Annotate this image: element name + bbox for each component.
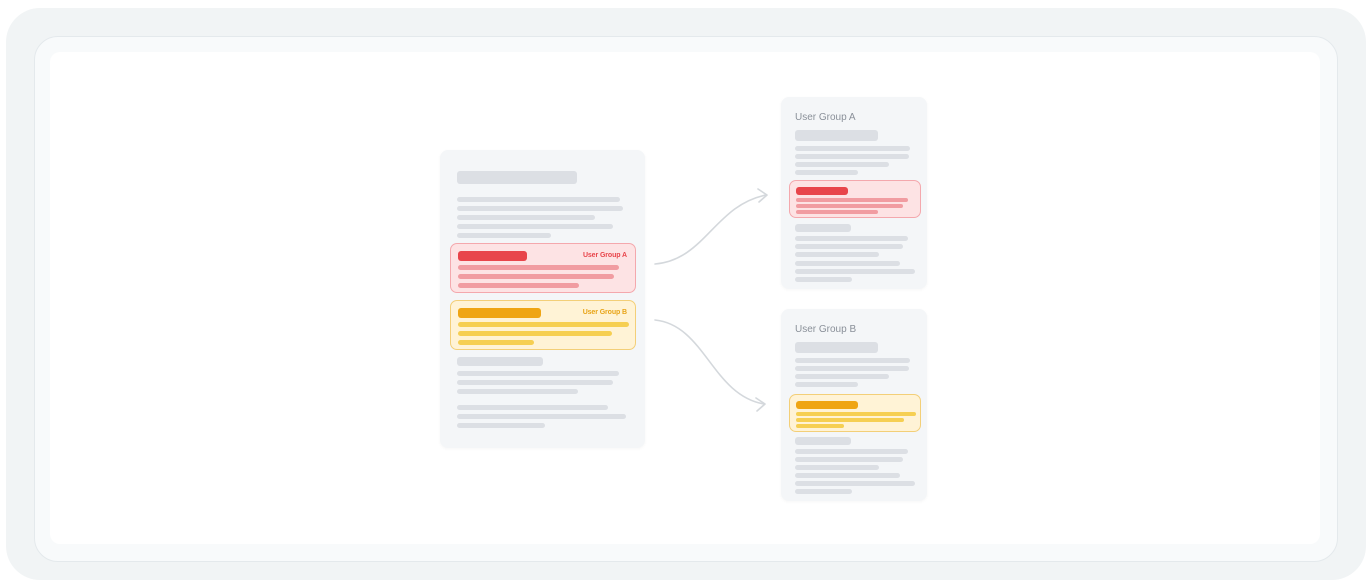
arrowhead-b xyxy=(755,397,766,412)
arrow-icon xyxy=(654,188,768,265)
arrow-icon xyxy=(654,319,766,412)
connector-to-group-a xyxy=(654,194,767,265)
connector-arrows xyxy=(654,188,768,412)
connector-to-group-b xyxy=(654,319,765,405)
